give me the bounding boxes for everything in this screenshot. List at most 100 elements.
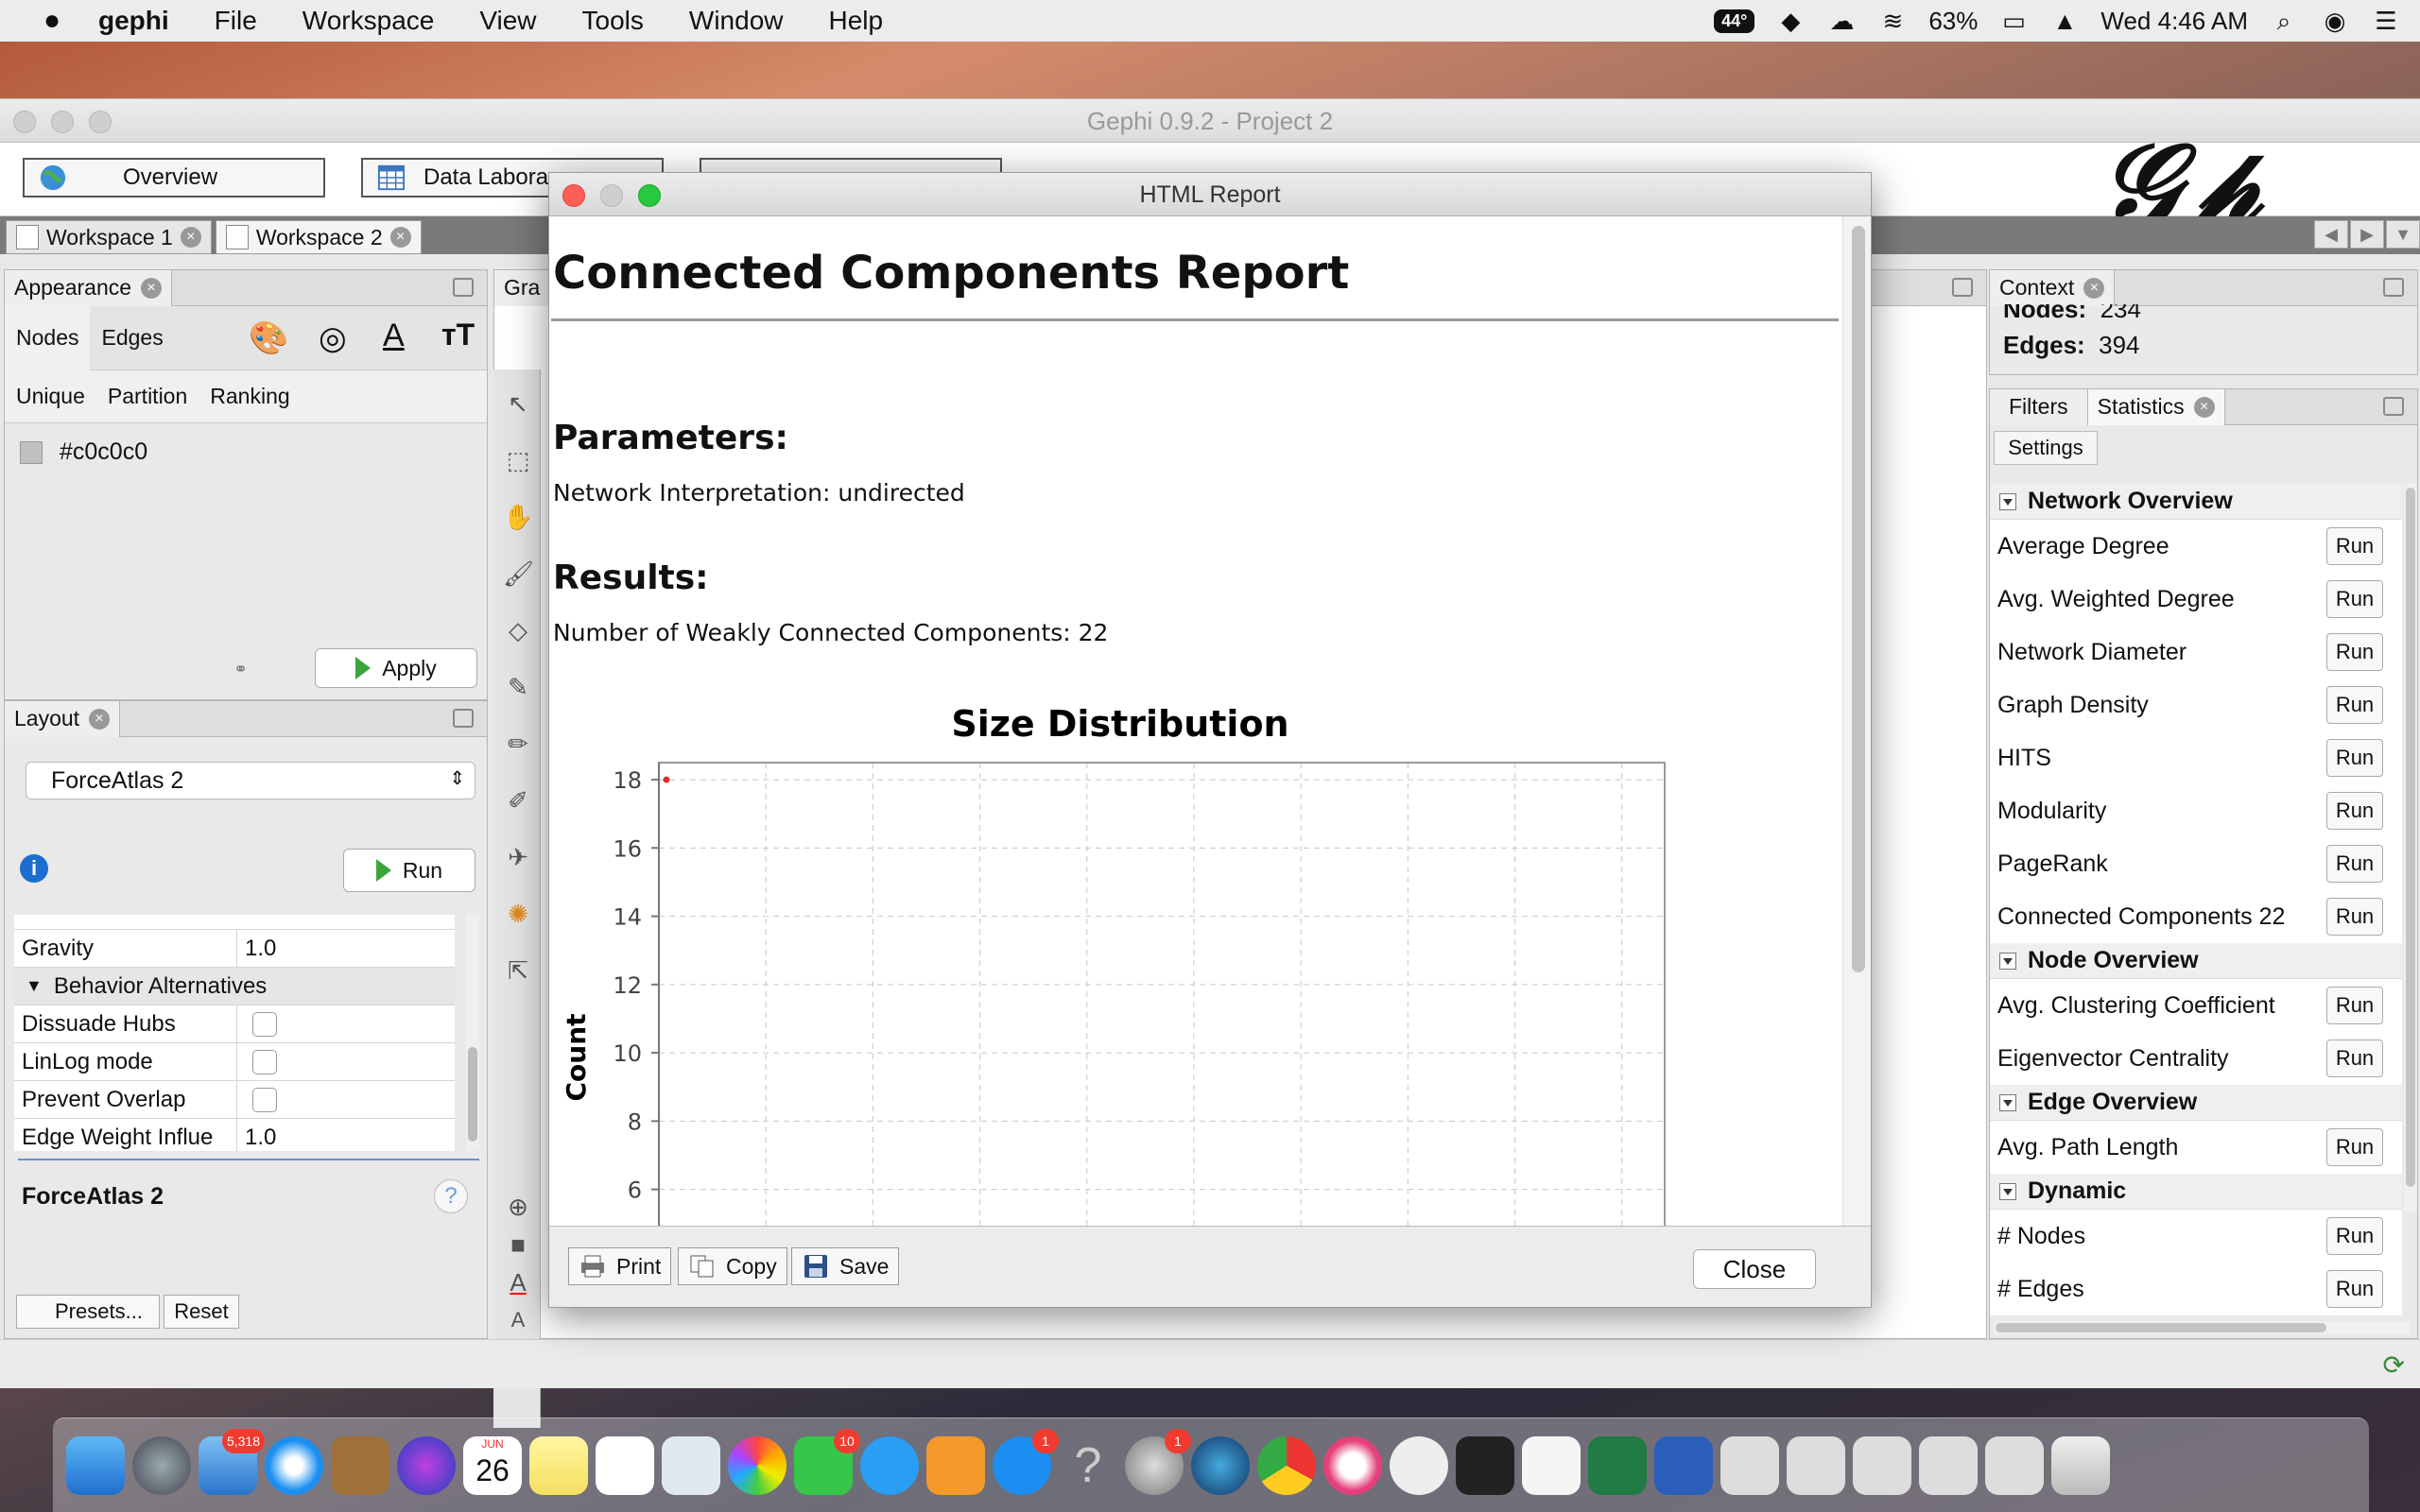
books-icon[interactable] <box>926 1435 985 1495</box>
gear-icon[interactable]: ✺ <box>503 899 533 929</box>
scroll-right-icon[interactable]: ▶ <box>2350 220 2384 249</box>
photos-icon[interactable] <box>728 1435 786 1495</box>
collapse-icon[interactable] <box>1999 1093 2016 1111</box>
finder-icon[interactable] <box>66 1435 125 1495</box>
spotlight-search-icon[interactable]: ⌕ <box>2269 8 2299 34</box>
tab-nodes[interactable]: Nodes <box>5 305 91 370</box>
stat-run-button[interactable]: Run <box>2326 1270 2383 1308</box>
collapse-icon[interactable] <box>1999 952 2016 970</box>
chevron-down-icon[interactable]: ▼ <box>2386 220 2420 249</box>
gephi-dock-icon[interactable] <box>1456 1435 1514 1495</box>
property-checkbox[interactable] <box>252 1049 277 1074</box>
brush-icon[interactable]: 🖌 <box>503 558 534 589</box>
itunes-icon[interactable] <box>1323 1435 1382 1495</box>
save-button[interactable]: Save <box>791 1247 900 1285</box>
safari-icon[interactable] <box>265 1435 323 1495</box>
preview-icon[interactable] <box>662 1435 720 1495</box>
label-color-icon[interactable]: A <box>383 318 405 354</box>
cloud-sync-icon[interactable]: ☁ <box>1826 8 1857 34</box>
stat-section-header[interactable]: Node Overview <box>1990 943 2402 979</box>
layout-algorithm-select[interactable]: ForceAtlas 2 ⇕ <box>26 762 475 799</box>
tab-ranking[interactable]: Ranking <box>199 370 301 423</box>
apply-button[interactable]: Apply <box>315 648 477 688</box>
statistics-hscroll[interactable] <box>1994 1321 2410 1334</box>
facetime-icon[interactable]: 10 <box>794 1428 860 1495</box>
property-row-linlog[interactable]: LinLog mode <box>14 1042 455 1081</box>
graph-tab[interactable]: Gra <box>494 269 551 306</box>
statistics-vscroll[interactable] <box>2404 484 2417 1211</box>
stat-run-button[interactable]: Run <box>2326 898 2383 936</box>
notification-center-icon[interactable]: ☰ <box>2371 8 2401 34</box>
airplay-icon[interactable]: ▲ <box>2049 8 2080 34</box>
launchpad-icon[interactable] <box>132 1435 191 1495</box>
mail-icon[interactable]: 5,318 <box>199 1428 265 1495</box>
highlighter-icon[interactable]: ✐ <box>503 785 533 816</box>
overview-button[interactable]: Overview <box>23 158 325 198</box>
battery-icon[interactable]: ▭ <box>1998 8 2029 34</box>
stat-run-button[interactable]: Run <box>2326 686 2383 724</box>
menu-tools[interactable]: Tools <box>560 6 666 36</box>
property-value[interactable]: 1.0 <box>237 936 276 962</box>
property-row-prevent-overlap[interactable]: Prevent Overlap <box>14 1080 455 1119</box>
background-color-icon[interactable]: ■ <box>503 1229 533 1260</box>
window-close-button[interactable] <box>13 111 36 133</box>
dialog-minimize-dot[interactable] <box>600 184 623 207</box>
layout-tab[interactable]: Layout × <box>5 700 121 737</box>
tab-unique[interactable]: Unique <box>5 370 96 423</box>
menubar-clock[interactable]: Wed 4:46 AM <box>2100 7 2248 36</box>
diamond-icon[interactable]: ◇ <box>503 615 533 645</box>
battery-percent[interactable]: 63% <box>1928 7 1978 36</box>
stat-run-button[interactable]: Run <box>2326 1040 2383 1077</box>
drag-hand-icon[interactable]: ✋ <box>503 502 533 532</box>
stat-run-button[interactable]: Run <box>2326 1217 2383 1255</box>
stat-run-button[interactable]: Run <box>2326 1128 2383 1166</box>
close-icon[interactable]: × <box>141 277 163 299</box>
close-icon[interactable]: × <box>180 227 201 248</box>
palette-icon[interactable]: 🎨 <box>249 319 288 357</box>
menu-window[interactable]: Window <box>666 6 806 36</box>
collapse-icon[interactable] <box>1999 492 2016 510</box>
minimized-window-1[interactable] <box>1720 1435 1779 1495</box>
info-icon[interactable]: i <box>20 854 48 883</box>
minimize-panel-icon[interactable] <box>453 278 474 297</box>
minimized-window-5[interactable] <box>1985 1435 2044 1495</box>
run-layout-button[interactable]: Run <box>343 849 475 892</box>
property-row-dissuade-hubs[interactable]: Dissuade Hubs <box>14 1005 455 1043</box>
menu-app-name[interactable]: gephi <box>76 6 192 36</box>
system-preferences-icon[interactable]: 1 <box>1125 1428 1191 1495</box>
dialog-zoom-dot[interactable] <box>638 184 661 207</box>
report-vscroll[interactable] <box>1842 216 1871 1226</box>
copy-button[interactable]: Copy <box>678 1247 787 1285</box>
minimized-window-3[interactable] <box>1853 1435 1911 1495</box>
excel-icon[interactable] <box>1588 1435 1647 1495</box>
siri-dock-icon[interactable] <box>397 1435 456 1495</box>
close-button[interactable]: Close <box>1693 1249 1816 1289</box>
scrollbar-thumb[interactable] <box>1996 1323 2326 1332</box>
scroll-left-icon[interactable]: ◀ <box>2314 220 2348 249</box>
zoom-icon[interactable]: ⊕ <box>503 1192 533 1222</box>
property-checkbox[interactable] <box>252 1011 277 1037</box>
stat-section-header[interactable]: Dynamic <box>1990 1174 2402 1210</box>
wifi-icon[interactable]: ≋ <box>1877 8 1908 34</box>
property-row-edge-weight[interactable]: Edge Weight Influe 1.0 <box>14 1118 455 1151</box>
quicktime-icon[interactable] <box>1191 1435 1250 1495</box>
phi-app-icon[interactable] <box>1390 1435 1448 1495</box>
rectangle-select-icon[interactable]: ⬚ <box>503 445 533 475</box>
close-icon[interactable]: × <box>2083 277 2105 299</box>
tab-edges[interactable]: Edges <box>90 306 174 370</box>
size-icon[interactable]: ◎ <box>319 319 347 357</box>
property-row-gravity[interactable]: Gravity 1.0 <box>14 929 455 968</box>
stat-run-button[interactable]: Run <box>2326 633 2383 671</box>
pencil-icon[interactable]: ✏ <box>503 729 533 759</box>
minimize-panel-icon[interactable] <box>453 709 474 728</box>
dropbox-icon[interactable]: ◆ <box>1775 8 1806 34</box>
context-tab[interactable]: Context × <box>1990 269 2116 306</box>
window-minimize-button[interactable] <box>51 111 74 133</box>
chrome-icon[interactable] <box>1257 1435 1316 1495</box>
contacts-icon[interactable] <box>331 1435 389 1495</box>
scrollbar-thumb[interactable] <box>1852 226 1865 972</box>
menu-view[interactable]: View <box>457 6 559 36</box>
apple-icon[interactable]: ● <box>28 5 76 37</box>
app-store-icon[interactable]: 1 <box>993 1428 1059 1495</box>
workspace-tab-2[interactable]: Workspace 2 × <box>215 220 422 254</box>
